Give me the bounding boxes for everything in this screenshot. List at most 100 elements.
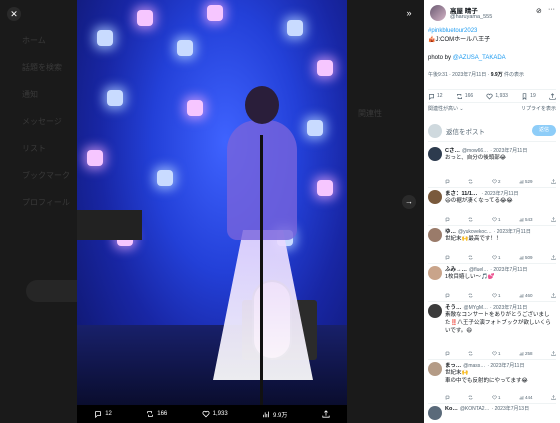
bg-nav-messages: メッセージ <box>22 117 62 126</box>
keyboard-instrument <box>77 210 142 240</box>
reply-item[interactable]: ゆ… @yukovekoc… · 2023年7月11日 世紀末🙌最高です！！ 1 509 <box>428 226 556 264</box>
viewer-like-button[interactable]: 1,933 <box>202 410 228 418</box>
reply-repost-button[interactable] <box>468 395 473 400</box>
reply-item[interactable]: まっ… @mass… · 2023年7月11日 世紀末🙌 車の中でも反射的にやってます… <box>428 360 556 404</box>
tweet-time[interactable]: 午後9:31 · 2023年7月11日 · <box>428 72 491 78</box>
reply-share-button[interactable] <box>551 351 556 356</box>
reply-reply-button[interactable] <box>445 395 450 400</box>
reply-stat[interactable]: 12 <box>428 93 443 100</box>
viewer-repost-button[interactable]: 166 <box>146 410 167 418</box>
hashtag-link[interactable]: #pinkbluetour2023 <box>428 27 556 36</box>
tweet-venue-line: 🎪J:COMホール八王子 <box>428 37 491 43</box>
reply-share-button[interactable] <box>551 255 556 260</box>
reply-repost-button[interactable] <box>468 293 473 298</box>
bg-right-hint: 関連性 <box>358 109 382 118</box>
reply-submit-button[interactable]: 返信 <box>532 125 556 136</box>
reply-reply-button[interactable] <box>445 179 450 184</box>
led-light <box>187 100 203 116</box>
tweet-engagement-bar: 12 166 1,933 19 <box>428 89 556 103</box>
reply-icon <box>445 179 450 184</box>
author-avatar[interactable] <box>430 5 446 21</box>
concert-photo[interactable] <box>77 0 347 405</box>
bookmark-count: 19 <box>530 93 536 99</box>
reply-reply-button[interactable] <box>445 217 450 222</box>
reply-share-button[interactable] <box>551 293 556 298</box>
heart-icon <box>492 351 497 356</box>
views-chart-icon <box>519 256 524 260</box>
reply-item[interactable]: まさ：11/1… · 2023年7月11日 😃の裾が凄くなってる😂😂 1 543 <box>428 188 556 226</box>
share-stat[interactable] <box>549 92 556 100</box>
reply-count-l: 1 <box>497 255 501 260</box>
author-handle[interactable]: @haruyama_555 <box>450 14 492 20</box>
reply-avatar[interactable] <box>428 228 442 242</box>
reply-reply-button[interactable] <box>445 293 450 298</box>
reply-item[interactable]: Ko… @KONTA2… · 2023年7月13日 <box>428 404 556 423</box>
close-icon[interactable]: ✕ <box>7 7 21 21</box>
reply-views-chart-button[interactable]: 258 <box>519 351 532 356</box>
viewer-share-button[interactable] <box>322 410 330 418</box>
reply-actions: 1 460 <box>445 293 556 298</box>
collapse-icon[interactable]: » <box>402 6 416 20</box>
reply-reply-button[interactable] <box>445 255 450 260</box>
reply-views-chart-button[interactable]: 529 <box>519 179 533 184</box>
tweet-view-count: 9.9万 <box>490 72 503 78</box>
grok-icon[interactable]: ⊘ <box>536 7 542 15</box>
repost-icon <box>456 93 462 99</box>
reply-avatar[interactable] <box>428 266 442 280</box>
led-light <box>107 90 123 106</box>
reply-repost-button[interactable] <box>468 351 473 356</box>
reply-author-handle[interactable]: @KONTA2… <box>460 406 490 412</box>
reply-author-name[interactable]: Ko… <box>445 406 458 412</box>
reply-count-v: 529 <box>524 179 533 184</box>
repost-icon <box>469 293 473 298</box>
reply-item[interactable]: ふみ→… @fluel… · 2023年7月11日 1枚目嬉しい〜🎵💕 1 460 <box>428 264 556 302</box>
reply-repost-button[interactable] <box>468 217 473 222</box>
reply-count-l: 2 <box>497 179 501 184</box>
photo-credit-link[interactable]: @AZUSA_TAKADA <box>453 55 506 61</box>
views-chart-icon <box>519 218 524 222</box>
led-light <box>317 60 333 76</box>
reply-views-chart-button[interactable]: 460 <box>519 293 532 298</box>
reply-heart-button[interactable]: 1 <box>492 351 500 356</box>
reply-share-button[interactable] <box>551 217 556 222</box>
reply-count-l: 1 <box>497 217 501 222</box>
reply-views-chart-button[interactable]: 444 <box>519 395 532 400</box>
reply-avatar[interactable] <box>428 304 442 318</box>
reply-avatar[interactable] <box>428 406 442 420</box>
show-replies-link[interactable]: リプライを表示 <box>521 105 556 112</box>
reply-item[interactable]: Cさ… @mow66… · 2023年7月11日 おっと、自分の後頭部😂 2 529 <box>428 145 556 188</box>
reply-heart-button[interactable]: 1 <box>492 395 500 400</box>
repost-icon <box>469 351 473 356</box>
reply-views-chart-button[interactable]: 543 <box>519 217 532 222</box>
chevron-right-icon[interactable]: → <box>402 195 416 209</box>
viewer-reply-button[interactable]: 12 <box>94 410 112 418</box>
reply-text: 世紀末🙌 車の中でも反射的にやってます😂 <box>445 370 528 384</box>
bookmark-stat[interactable]: 19 <box>521 92 536 100</box>
reply-share-button[interactable] <box>551 395 556 400</box>
reply-heart-button[interactable]: 2 <box>492 179 501 184</box>
reply-heart-button[interactable]: 1 <box>492 293 500 298</box>
reply-avatar[interactable] <box>428 147 442 161</box>
reply-date[interactable]: · 2023年7月13日 <box>492 406 530 412</box>
reply-reply-button[interactable] <box>445 351 450 356</box>
like-stat[interactable]: 1,933 <box>486 93 508 100</box>
repost-stat[interactable]: 166 <box>456 93 473 100</box>
reply-repost-button[interactable] <box>468 255 473 260</box>
reply-repost-button[interactable] <box>468 179 473 184</box>
more-options-icon[interactable]: ··· <box>548 6 555 13</box>
reply-avatar[interactable] <box>428 362 442 376</box>
viewer-repost-count: 166 <box>157 411 168 417</box>
share-icon <box>551 255 556 260</box>
reply-heart-button[interactable]: 1 <box>492 255 501 260</box>
bg-nav-notifications: 通知 <box>22 90 38 99</box>
reply-actions: 1 543 <box>445 217 556 222</box>
viewer-views-button[interactable]: 9.9万 <box>262 410 287 419</box>
reply-item[interactable]: そう… @MYgM… · 2023年7月11日 素敵なコンサートをありがとうございまし… <box>428 302 556 360</box>
sort-dropdown[interactable]: 関連性が高い ⌄ <box>428 105 464 112</box>
reply-views-chart-button[interactable]: 509 <box>519 255 532 260</box>
reply-avatar[interactable] <box>428 190 442 204</box>
reply-text: おっと、自分の後頭部😂 <box>445 155 507 161</box>
reply-input[interactable]: 返信をポスト <box>446 126 532 136</box>
reply-share-button[interactable] <box>551 179 556 184</box>
reply-heart-button[interactable]: 1 <box>492 217 501 222</box>
